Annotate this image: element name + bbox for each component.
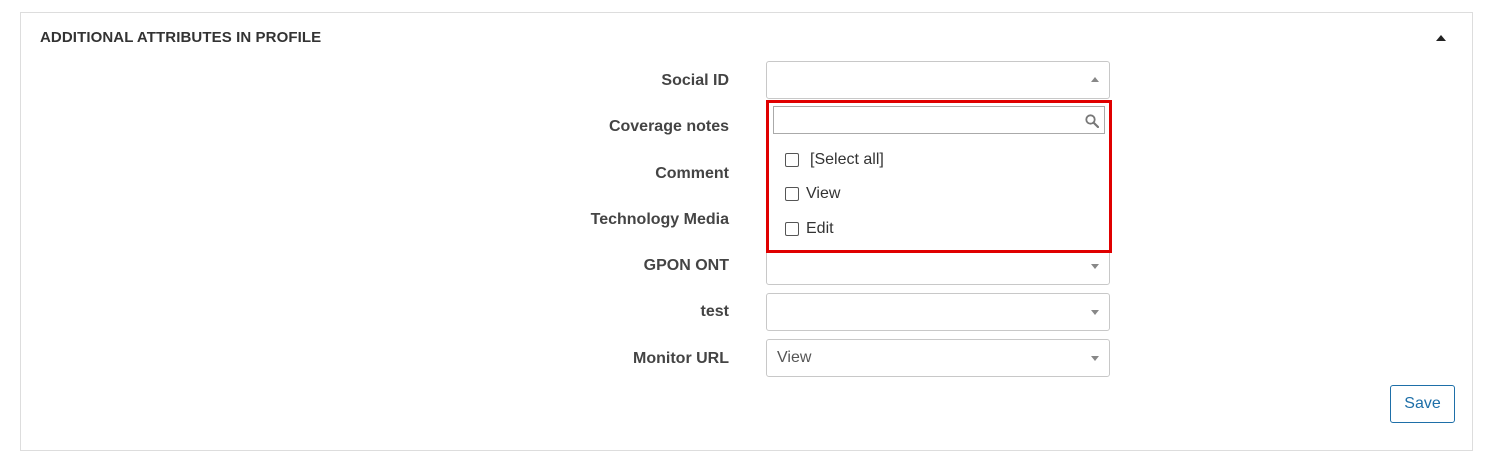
save-button[interactable]: Save xyxy=(1390,385,1455,423)
chevron-up-icon xyxy=(1091,77,1099,82)
social-id-dropdown: [Select all] View Edit xyxy=(766,100,1112,253)
option-select-all[interactable]: [Select all] xyxy=(785,149,884,171)
attributes-panel: ADDITIONAL ATTRIBUTES IN PROFILE xyxy=(20,12,1473,451)
field-label-technology-media: Technology Media xyxy=(590,211,729,228)
field-label-social-id: Social ID xyxy=(661,72,729,89)
search-icon xyxy=(1085,114,1099,128)
dropdown-search-input[interactable] xyxy=(778,110,1072,132)
social-id-select[interactable] xyxy=(766,61,1110,99)
chevron-down-icon xyxy=(1091,264,1099,269)
chevron-down-icon xyxy=(1091,310,1099,315)
field-label-comment: Comment xyxy=(655,165,729,182)
field-label-gpon-ont: GPON ONT xyxy=(643,257,729,274)
checkbox[interactable] xyxy=(785,187,799,201)
option-view[interactable]: View xyxy=(785,183,840,205)
option-label: View xyxy=(806,185,841,202)
checkbox[interactable] xyxy=(785,222,799,236)
field-label-coverage-notes: Coverage notes xyxy=(608,118,729,135)
dropdown-search xyxy=(773,106,1105,134)
select-value: View xyxy=(777,349,812,366)
chevron-down-icon xyxy=(1091,356,1099,361)
option-label: [Select all] xyxy=(810,151,884,168)
field-label-monitor-url: Monitor URL xyxy=(633,350,729,367)
monitor-url-select[interactable]: View xyxy=(766,339,1110,377)
collapse-icon[interactable] xyxy=(1436,35,1446,41)
option-label: Edit xyxy=(806,220,834,237)
field-label-test: test xyxy=(700,303,729,320)
checkbox[interactable] xyxy=(785,153,799,167)
option-edit[interactable]: Edit xyxy=(785,218,834,240)
panel-title: ADDITIONAL ATTRIBUTES IN PROFILE xyxy=(40,29,322,46)
test-select[interactable] xyxy=(766,293,1110,331)
